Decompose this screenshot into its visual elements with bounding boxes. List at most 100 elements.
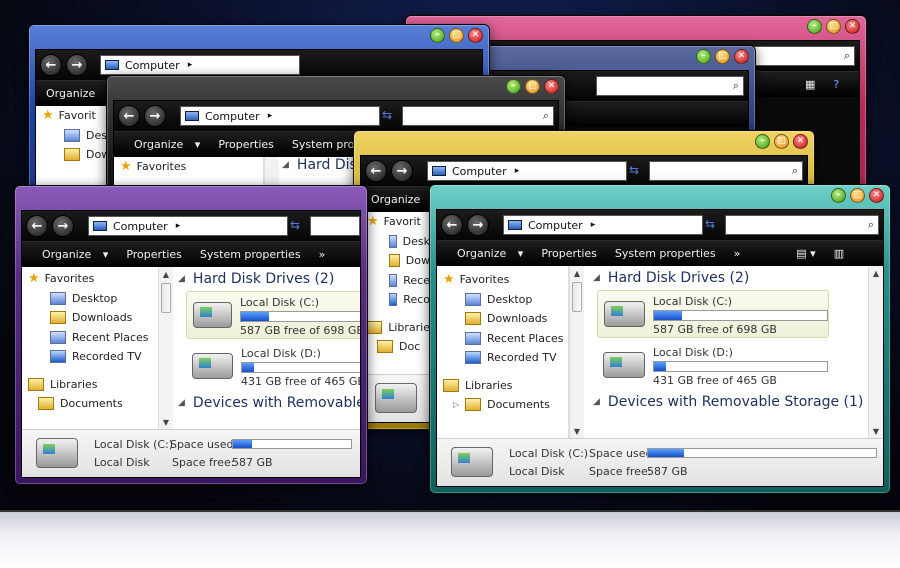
nav-item-recorded-tv[interactable]: Recorded TV <box>72 350 142 363</box>
collapse-icon[interactable]: ◢ <box>178 398 185 408</box>
minimize-button[interactable]: – <box>696 49 711 64</box>
breadcrumb-chevron[interactable]: ▸ <box>515 166 520 176</box>
refresh-icon[interactable]: ⇆ <box>629 163 639 177</box>
search-input[interactable]: ⌕ <box>649 161 803 181</box>
drive-item-c[interactable]: Local Disk (C:) 587 GB free of 698 GB <box>597 290 829 338</box>
breadcrumb-chevron[interactable]: ▸ <box>591 220 596 230</box>
address-bar[interactable]: Computer ▸ <box>88 216 288 236</box>
more-commands-button[interactable]: » <box>319 248 326 261</box>
collapse-icon[interactable]: ◢ <box>282 160 289 170</box>
maximize-button[interactable]: □ <box>449 28 464 43</box>
nav-item-desktop[interactable]: Desk <box>403 235 430 248</box>
nav-item-documents[interactable]: Doc <box>399 340 420 353</box>
forward-arrow-icon[interactable]: → <box>144 105 166 127</box>
breadcrumb-chevron[interactable]: ▸ <box>188 60 193 70</box>
minimize-button[interactable]: – <box>831 188 846 203</box>
properties-button[interactable]: Properties <box>541 247 597 260</box>
refresh-icon[interactable]: ⇆ <box>382 108 392 122</box>
close-button[interactable]: ✕ <box>845 19 860 34</box>
maximize-button[interactable]: □ <box>850 188 865 203</box>
group-header-hard-disk-drives[interactable]: ◢ Hard Disk Drives (2) <box>593 270 867 286</box>
forward-arrow-icon[interactable]: → <box>52 215 74 237</box>
view-icon[interactable]: ▦ <box>805 78 815 91</box>
maximize-button[interactable]: □ <box>774 134 789 149</box>
organize-menu[interactable]: Organize ▾ <box>447 247 523 260</box>
address-bar[interactable]: Computer ▸ <box>180 106 380 126</box>
explorer-window-purple[interactable]: ← → Computer ▸ ⇆ Organize ▾ Properties Sy… <box>14 185 368 485</box>
search-input[interactable]: ⌕ <box>402 106 554 126</box>
breadcrumb-chevron[interactable]: ▸ <box>268 111 273 121</box>
scroll-thumb[interactable] <box>161 283 171 313</box>
group-header-removable[interactable]: ◢ Devices with Removable S <box>178 395 360 411</box>
nav-scrollbar[interactable]: ▲ ▼ <box>158 267 173 429</box>
nav-item-favorites[interactable]: Favorites <box>137 160 187 173</box>
address-bar[interactable]: Computer ▸ <box>427 161 627 181</box>
refresh-icon[interactable]: ⇆ <box>705 217 715 231</box>
minimize-button[interactable]: – <box>755 134 770 149</box>
close-button[interactable]: ✕ <box>468 28 483 43</box>
more-commands-button[interactable]: » <box>734 247 741 260</box>
scroll-up-icon[interactable]: ▲ <box>570 266 584 280</box>
organize-menu[interactable]: Organize ▾ <box>124 138 200 151</box>
close-button[interactable]: ✕ <box>734 49 749 64</box>
collapse-icon[interactable]: ◢ <box>178 274 185 284</box>
content-scrollbar[interactable]: ▲ ▼ <box>868 266 883 438</box>
forward-arrow-icon[interactable]: → <box>467 214 489 236</box>
nav-item-documents[interactable]: Documents <box>487 398 550 411</box>
nav-item-documents[interactable]: Documents <box>60 397 123 410</box>
forward-arrow-icon[interactable]: → <box>66 54 88 76</box>
back-arrow-icon[interactable]: ← <box>441 214 463 236</box>
address-bar[interactable]: Computer ▸ <box>100 55 300 75</box>
nav-item-libraries[interactable]: Libraries <box>465 379 513 392</box>
nav-item-favorites[interactable]: Favorit <box>59 109 96 122</box>
back-arrow-icon[interactable]: ← <box>365 160 387 182</box>
minimize-button[interactable]: – <box>506 79 521 94</box>
back-arrow-icon[interactable]: ← <box>118 105 140 127</box>
nav-item-recent-places[interactable]: Rece <box>403 274 430 287</box>
nav-item-favorites[interactable]: Favorit <box>384 215 421 228</box>
minimize-button[interactable]: – <box>807 19 822 34</box>
scroll-up-icon[interactable]: ▲ <box>869 266 883 280</box>
nav-item-desktop[interactable]: Desktop <box>487 293 532 306</box>
close-button[interactable]: ✕ <box>869 188 884 203</box>
forward-arrow-icon[interactable]: → <box>391 160 413 182</box>
nav-scrollbar[interactable]: ▲ ▼ <box>569 266 584 438</box>
scroll-up-icon[interactable]: ▲ <box>159 267 173 281</box>
collapse-icon[interactable]: ◢ <box>593 397 600 407</box>
scroll-thumb[interactable] <box>572 282 582 312</box>
nav-item-downloads[interactable]: Downloads <box>487 312 547 325</box>
drive-item-d[interactable]: Local Disk (D:) 431 GB free of 465 GB <box>597 342 829 390</box>
scroll-down-icon[interactable]: ▼ <box>159 415 173 429</box>
change-view-icon[interactable]: ▤ ▾ <box>796 247 815 260</box>
drive-item-d[interactable]: Local Disk (D:) 431 GB free of 465 GB <box>186 343 360 391</box>
preview-pane-icon[interactable]: ▥ <box>834 247 844 260</box>
scroll-down-icon[interactable]: ▼ <box>869 424 883 438</box>
maximize-button[interactable]: □ <box>715 49 730 64</box>
help-icon[interactable]: ? <box>833 78 839 91</box>
nav-item-recorded-tv[interactable]: Recorded TV <box>487 351 557 364</box>
nav-item-recorded-tv[interactable]: Reco <box>403 293 430 306</box>
organize-menu[interactable]: Organize ▾ <box>32 248 108 261</box>
back-arrow-icon[interactable]: ← <box>26 215 48 237</box>
back-arrow-icon[interactable]: ← <box>40 54 62 76</box>
nav-item-libraries[interactable]: Libraries <box>50 378 98 391</box>
organize-menu[interactable]: Organize <box>46 87 95 100</box>
maximize-button[interactable]: □ <box>525 79 540 94</box>
group-header-removable[interactable]: ◢ Devices with Removable Storage (1) <box>593 394 863 410</box>
search-input[interactable]: ⌕ <box>596 76 744 96</box>
search-input[interactable]: ⌕ <box>743 46 855 66</box>
expand-icon[interactable]: ▷ <box>453 400 459 409</box>
group-header-hard-disk-drives[interactable]: ◢ Hard Disk Drives (2) <box>178 271 360 287</box>
minimize-button[interactable]: – <box>430 28 445 43</box>
breadcrumb-chevron[interactable]: ▸ <box>176 221 181 231</box>
address-bar[interactable]: Computer ▸ <box>503 215 703 235</box>
nav-item-favorites[interactable]: Favorites <box>45 272 95 285</box>
properties-button[interactable]: Properties <box>126 248 182 261</box>
maximize-button[interactable]: □ <box>826 19 841 34</box>
nav-item-downloads[interactable]: Downloads <box>72 311 132 324</box>
nav-item-recent-places[interactable]: Recent Places <box>72 331 149 344</box>
drive-item-c[interactable]: Local Disk (C:) 587 GB free of 698 GB <box>186 291 360 339</box>
properties-button[interactable]: Properties <box>218 138 274 151</box>
close-button[interactable]: ✕ <box>544 79 559 94</box>
scroll-down-icon[interactable]: ▼ <box>570 424 584 438</box>
